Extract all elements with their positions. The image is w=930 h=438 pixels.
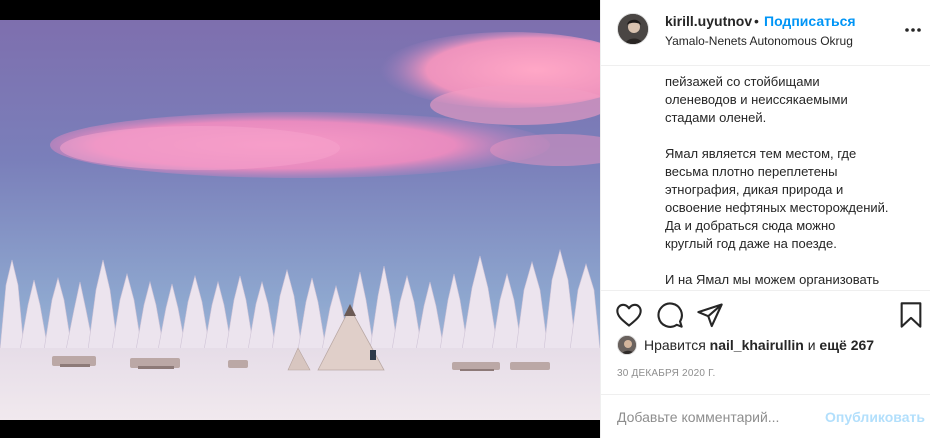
likes-prefix: Нравится [644, 337, 706, 353]
post-actions [601, 290, 930, 330]
caption-line: пейзажей со стойбищами [665, 74, 820, 89]
follow-button[interactable]: Подписаться [764, 13, 856, 29]
more-options-icon[interactable] [903, 18, 923, 42]
caption-line: Да и добраться сюда можно [665, 218, 836, 233]
heart-icon[interactable] [615, 301, 643, 329]
caption-line: оленеводов и неиссякаемыми [665, 92, 848, 107]
author-username[interactable]: kirill.uyutnov [665, 13, 752, 29]
caption-line: стадами оленей. [665, 110, 767, 125]
publish-comment-button[interactable]: Опубликовать [825, 409, 925, 425]
caption-paragraph: Ямал является тем местом, где весьма пло… [665, 145, 921, 253]
caption-paragraph: И на Ямал мы можем организовать [665, 271, 921, 289]
caption-line: весьма плотно переплетены [665, 164, 838, 179]
header-separator: • [754, 13, 759, 29]
post-photo[interactable] [0, 20, 600, 420]
post-header: kirill.uyutnov • Подписаться Yamalo-Nene… [601, 0, 930, 66]
post-date[interactable]: 30 ДЕКАБРЯ 2020 Г. [617, 368, 715, 379]
share-icon[interactable] [696, 301, 724, 329]
caption-line: И на Ямал мы можем организовать [665, 272, 880, 287]
caption-paragraph: пейзажей со стойбищами оленеводов и неис… [665, 67, 921, 127]
liker-username[interactable]: nail_khairullin [710, 337, 804, 353]
comment-input[interactable] [617, 407, 807, 427]
liker-avatar[interactable] [617, 335, 637, 355]
post-location[interactable]: Yamalo-Nenets Autonomous Okrug [665, 34, 853, 48]
caption-line: Ямал является тем местом, где [665, 146, 857, 161]
caption-line: этнография, дикая природа и [665, 182, 844, 197]
post-photo-pane [0, 0, 600, 438]
comment-icon[interactable] [656, 301, 684, 329]
bookmark-icon[interactable] [897, 301, 925, 329]
post-caption: пейзажей со стойбищами оленеводов и неис… [601, 67, 930, 289]
likes-conjunction: и [807, 337, 816, 353]
caption-line: освоение нефтяных месторождений. [665, 200, 889, 215]
caption-text: пейзажей со стойбищами оленеводов и неис… [665, 67, 921, 289]
post-side-panel: kirill.uyutnov • Подписаться Yamalo-Nene… [600, 0, 930, 438]
comment-bar: Опубликовать [601, 394, 930, 438]
likes-summary: Нравится nail_khairullin и ещё 267 [644, 337, 874, 353]
author-avatar[interactable] [617, 13, 649, 45]
caption-line: круглый год даже на поезде. [665, 236, 837, 251]
likes-count[interactable]: ещё 267 [819, 337, 874, 353]
